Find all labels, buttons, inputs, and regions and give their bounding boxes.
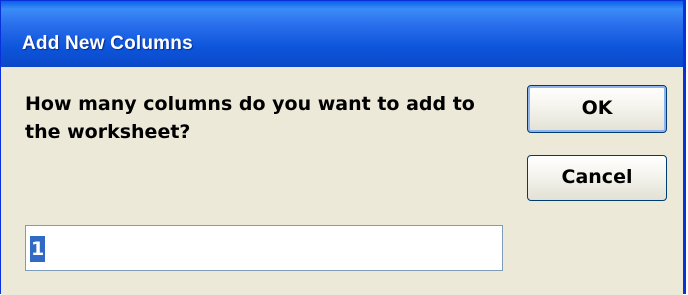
title-bar[interactable]: Add New Columns	[1, 1, 683, 67]
prompt-text: How many columns do you want to add to t…	[25, 93, 475, 143]
ok-button[interactable]: OK	[527, 85, 667, 133]
window-title: Add New Columns	[22, 33, 193, 54]
input-selected-value: 1	[30, 236, 46, 262]
dialog-window: Add New Columns How many columns do you …	[0, 0, 686, 295]
column-count-input[interactable]: 1	[25, 225, 503, 271]
cancel-button[interactable]: Cancel	[527, 155, 667, 201]
